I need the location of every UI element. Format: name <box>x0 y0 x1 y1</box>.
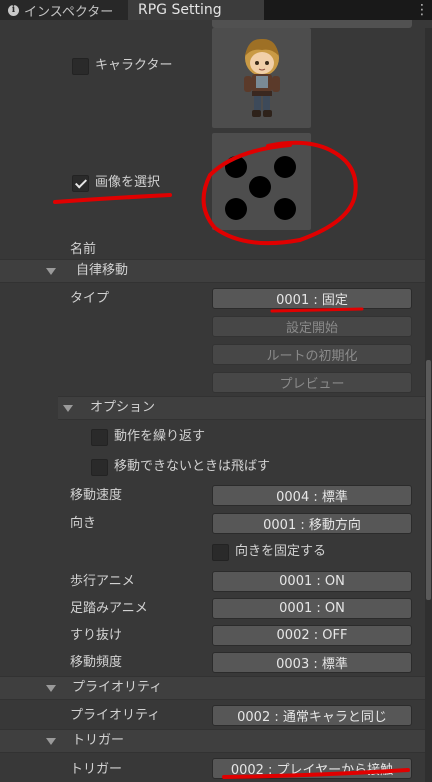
annotation-overlay <box>53 140 410 779</box>
annotation-circle <box>201 140 358 246</box>
annotation-underline-image-label <box>53 193 172 204</box>
annotation-underline-type <box>270 307 364 313</box>
annotation-underline-trigger <box>222 768 410 779</box>
